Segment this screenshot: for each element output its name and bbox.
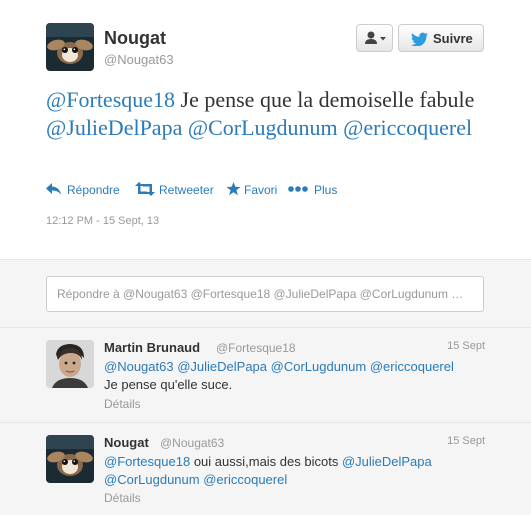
author-handle[interactable]: @Nougat63 [104, 52, 174, 67]
reply-tweet[interactable]: Nougat @Nougat63 15 Sept @Fortesque18 ou… [0, 422, 531, 515]
reply-avatar[interactable] [46, 435, 94, 483]
reply-text: @Fortesque18 oui aussi,mais des bicots @… [104, 453, 494, 489]
reply-area: Répondre à @Nougat63 @Fortesque18 @Julie… [0, 259, 531, 327]
tweet-text-segment: Je pense que la demoiselle fabule [175, 87, 475, 112]
reply-date[interactable]: 15 Sept [447, 435, 485, 447]
follow-label: Suivre [433, 31, 473, 46]
reply-text-line: @CorLugdunum @ericcoquerel [104, 471, 494, 489]
mention-link[interactable]: @ericcoquerel [343, 115, 472, 140]
mention-link[interactable]: @CorLugdunum [188, 115, 338, 140]
follow-button[interactable]: Suivre [398, 24, 484, 52]
reply-author-handle[interactable]: @Nougat63 [160, 436, 224, 450]
reply-text-line: @Nougat63 @JulieDelPapa @CorLugdunum @er… [104, 358, 494, 376]
person-icon [365, 31, 386, 44]
tweet-text: @Fortesque18 Je pense que la demoiselle … [46, 86, 496, 142]
star-icon [226, 182, 241, 196]
mention-link[interactable]: @CorLugdunum [104, 472, 200, 487]
reply-avatar[interactable] [46, 340, 94, 388]
reply-arrow-icon [46, 183, 61, 195]
reply-text: @Nougat63 @JulieDelPapa @CorLugdunum @er… [104, 358, 494, 394]
mention-link[interactable]: @ericcoquerel [370, 359, 454, 374]
mention-link[interactable]: @ericcoquerel [203, 472, 287, 487]
mention-link[interactable]: @Fortesque18 [104, 454, 190, 469]
tweet-timestamp[interactable]: 12:12 PM - 15 Sept, 13 [46, 215, 159, 227]
details-link[interactable]: Détails [104, 491, 141, 505]
reply-author-name[interactable]: Nougat [104, 435, 149, 450]
favorite-label: Favori [244, 183, 278, 197]
mention-link[interactable]: @CorLugdunum [271, 359, 367, 374]
reply-author-name[interactable]: Martin Brunaud [104, 340, 200, 355]
more-dots-icon [288, 186, 308, 192]
mention-link[interactable]: @Nougat63 [104, 359, 174, 374]
tweet-text-segment: oui aussi,mais des bicots [190, 454, 342, 469]
twitter-bird-icon [411, 32, 428, 46]
author-name[interactable]: Nougat [104, 28, 166, 49]
user-actions-dropdown[interactable] [356, 24, 393, 52]
tweet-text-segment: Je pense qu'elle suce. [104, 377, 233, 392]
author-avatar[interactable] [46, 23, 94, 71]
main-tweet: Nougat @Nougat63 Suivre @Fortesque18 Je … [0, 0, 531, 259]
reply-text-line: Je pense qu'elle suce. [104, 376, 494, 394]
mention-link[interactable]: @Fortesque18 [46, 87, 175, 112]
reply-date[interactable]: 15 Sept [447, 340, 485, 352]
more-label: Plus [314, 183, 338, 197]
retweet-icon [135, 182, 155, 196]
details-link[interactable]: Détails [104, 397, 141, 411]
reply-tweet[interactable]: Martin Brunaud @Fortesque18 15 Sept @Nou… [0, 327, 531, 422]
mention-link[interactable]: @JulieDelPapa [342, 454, 432, 469]
reply-text-line: @Fortesque18 oui aussi,mais des bicots @… [104, 453, 494, 471]
retweet-label: Retweeter [159, 183, 214, 197]
reply-label: Répondre [67, 183, 120, 197]
mention-link[interactable]: @JulieDelPapa [177, 359, 267, 374]
reply-author-handle[interactable]: @Fortesque18 [216, 341, 296, 355]
mention-link[interactable]: @JulieDelPapa [46, 115, 182, 140]
reply-input[interactable]: Répondre à @Nougat63 @Fortesque18 @Julie… [46, 276, 484, 312]
